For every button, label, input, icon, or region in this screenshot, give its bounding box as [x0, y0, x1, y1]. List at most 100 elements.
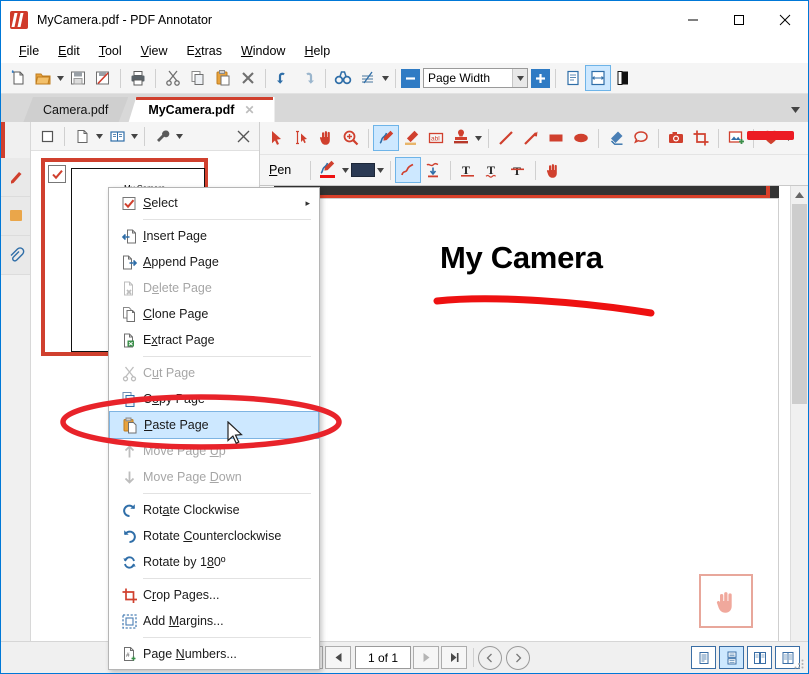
context-menu-item-page-numbers[interactable]: # Page Numbers...	[109, 641, 319, 667]
pressure-curve-icon[interactable]	[421, 158, 445, 182]
annotation-dropdown-caret[interactable]	[381, 66, 390, 90]
copy-icon[interactable]	[186, 66, 210, 90]
dark-mode-icon[interactable]	[611, 66, 635, 90]
context-menu-item-select[interactable]: Select ▸	[109, 190, 319, 216]
close-thumbnail-panel-button[interactable]	[233, 126, 253, 146]
save-as-icon[interactable]	[91, 66, 115, 90]
text-select-icon[interactable]	[289, 126, 313, 150]
view-single-icon[interactable]	[691, 646, 716, 669]
menu-edit[interactable]: Edit	[49, 41, 89, 61]
stamp-dropdown-caret[interactable]	[474, 126, 483, 150]
print-icon[interactable]	[126, 66, 150, 90]
canvas-vertical-scrollbar[interactable]	[790, 186, 808, 673]
document-canvas[interactable]: My Camera	[260, 186, 808, 673]
zoom-combobox[interactable]	[423, 68, 528, 88]
navigate-back-button[interactable]	[478, 646, 502, 670]
context-menu-item-delete-page[interactable]: Delete Page	[109, 275, 319, 301]
annotation-list-icon[interactable]	[356, 66, 380, 90]
context-menu-item-move-page-down[interactable]: Move Page Down	[109, 464, 319, 490]
undo-icon[interactable]	[271, 66, 295, 90]
wrench-caret[interactable]	[175, 124, 184, 148]
find-binoculars-icon[interactable]	[331, 66, 355, 90]
highlighter-icon[interactable]	[399, 126, 423, 150]
menu-extras[interactable]: Extras	[178, 41, 231, 61]
pen-icon[interactable]	[374, 126, 398, 150]
scroll-up-arrow-icon[interactable]	[791, 186, 808, 203]
page-view-icon[interactable]	[70, 124, 94, 148]
zoom-magnifier-icon[interactable]	[339, 126, 363, 150]
context-menu-item-rotate-clockwise[interactable]: Rotate Clockwise	[109, 497, 319, 523]
insert-image-icon[interactable]	[724, 126, 748, 150]
menu-help[interactable]: Help	[295, 41, 339, 61]
zoom-dropdown-caret[interactable]	[512, 69, 527, 87]
hand-stamp-floating-button[interactable]	[699, 574, 753, 628]
book-layout-caret[interactable]	[130, 124, 139, 148]
hand-stamp-icon[interactable]	[541, 158, 565, 182]
navigate-forward-button[interactable]	[506, 646, 530, 670]
pages-icon[interactable]	[1, 197, 30, 236]
arrow-icon[interactable]	[519, 126, 543, 150]
open-dropdown-caret[interactable]	[56, 66, 65, 90]
context-menu-item-extract-page[interactable]: Extract Page	[109, 327, 319, 353]
line-icon[interactable]	[494, 126, 518, 150]
new-document-icon[interactable]	[6, 66, 30, 90]
select-square-icon[interactable]	[35, 124, 59, 148]
text-underline-icon[interactable]: T	[456, 158, 480, 182]
view-facing-icon[interactable]	[747, 646, 772, 669]
book-layout-icon[interactable]	[105, 124, 129, 148]
close-button[interactable]	[762, 1, 808, 38]
context-menu-item-cut-page[interactable]: Cut Page	[109, 360, 319, 386]
context-menu-item-move-page-up[interactable]: Move Page Up	[109, 438, 319, 464]
open-folder-icon[interactable]	[31, 66, 55, 90]
context-menu-item-add-margins[interactable]: Add Margins...	[109, 608, 319, 634]
scrollbar-thumb[interactable]	[792, 204, 807, 404]
attachments-paperclip-icon[interactable]	[1, 236, 30, 275]
lasso-icon[interactable]	[629, 126, 653, 150]
context-menu-item-copy-page[interactable]: Copy Page	[109, 386, 319, 412]
zoom-out-button[interactable]	[401, 69, 420, 88]
doc-tab-camera[interactable]: Camera.pdf	[23, 97, 128, 123]
text-squiggly-icon[interactable]: T	[481, 158, 505, 182]
previous-page-button[interactable]	[325, 646, 351, 669]
menu-file[interactable]: File	[10, 41, 48, 61]
doc-tab-close-icon[interactable]: ✕	[244, 103, 254, 117]
single-page-icon[interactable]	[561, 66, 585, 90]
ellipse-icon[interactable]	[569, 126, 593, 150]
bookmarks-ribbon-icon[interactable]	[1, 158, 30, 197]
fit-width-icon[interactable]	[586, 66, 610, 90]
menu-view[interactable]: View	[132, 41, 177, 61]
eraser-icon[interactable]	[604, 126, 628, 150]
stamp-icon[interactable]	[449, 126, 473, 150]
zoom-input[interactable]	[424, 70, 512, 86]
context-menu-item-paste-page[interactable]: Paste Page	[110, 412, 318, 438]
cut-icon[interactable]	[161, 66, 185, 90]
menu-tool[interactable]: Tool	[90, 41, 131, 61]
resize-grip[interactable]	[793, 658, 805, 670]
doc-tab-mycamera[interactable]: MyCamera.pdf ✕	[128, 97, 274, 123]
context-menu-item-append-page[interactable]: Append Page	[109, 249, 319, 275]
smooth-curve-icon[interactable]	[396, 158, 420, 182]
pen-color-caret[interactable]	[376, 158, 385, 182]
thumbnail-page-checkbox[interactable]	[48, 165, 66, 183]
minimize-button[interactable]	[670, 1, 716, 38]
page-indicator[interactable]: 1 of 1	[355, 646, 411, 669]
context-menu-item-rotate-180[interactable]: Rotate by 180º	[109, 549, 319, 575]
context-menu-item-clone-page[interactable]: Clone Page	[109, 301, 319, 327]
page-view-caret[interactable]	[95, 124, 104, 148]
redo-icon[interactable]	[296, 66, 320, 90]
crop-icon[interactable]	[689, 126, 713, 150]
select-arrow-icon[interactable]	[264, 126, 288, 150]
paste-icon[interactable]	[211, 66, 235, 90]
next-page-button[interactable]	[413, 646, 439, 669]
text-box-icon[interactable]: abl	[424, 126, 448, 150]
last-page-button[interactable]	[441, 646, 467, 669]
save-icon[interactable]	[66, 66, 90, 90]
pen-color-swatch[interactable]	[351, 158, 375, 182]
view-continuous-icon[interactable]	[719, 646, 744, 669]
rectangle-icon[interactable]	[544, 126, 568, 150]
zoom-in-button[interactable]	[531, 69, 550, 88]
pan-hand-icon[interactable]	[314, 126, 338, 150]
maximize-button[interactable]	[716, 1, 762, 38]
tab-overflow-caret[interactable]	[786, 101, 804, 119]
context-menu-item-crop-pages[interactable]: Crop Pages...	[109, 582, 319, 608]
